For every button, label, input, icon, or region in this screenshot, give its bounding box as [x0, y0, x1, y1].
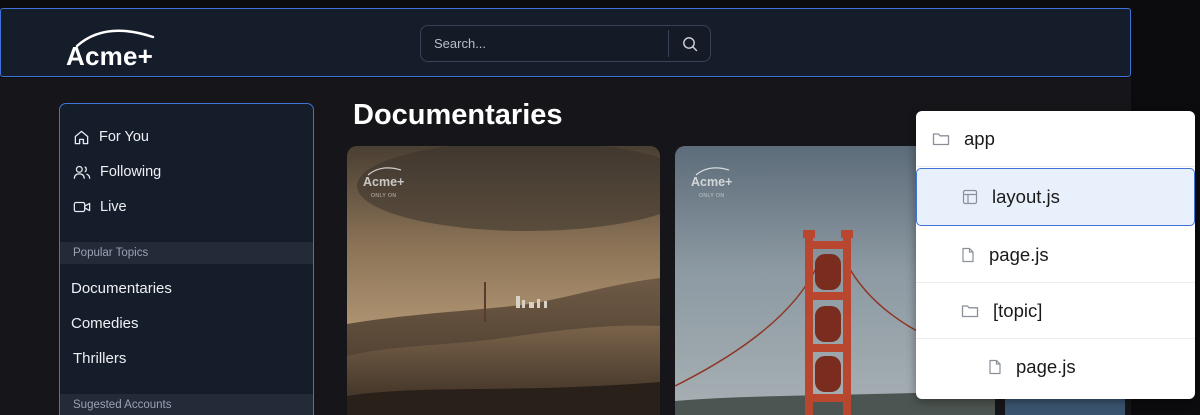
layout-icon — [962, 189, 978, 205]
tree-item-app-folder[interactable]: app — [916, 111, 1195, 167]
tree-item-label: layout.js — [992, 186, 1060, 207]
tree-item-label: page.js — [1016, 356, 1076, 377]
nav-item-live[interactable]: Live — [73, 195, 127, 219]
card-2-logo: Acme+ ONLY ON — [691, 163, 751, 203]
tree-item-topic-page-js[interactable]: page.js — [916, 339, 1195, 395]
home-icon — [74, 130, 89, 144]
video-card-1[interactable]: Acme+ ONLY ON — [347, 146, 660, 415]
suggested-accounts-heading: Sugested Accounts — [60, 394, 313, 415]
topic-documentaries[interactable]: Documentaries — [71, 280, 172, 297]
acme-logo[interactable]: Acme+ — [65, 19, 175, 74]
card-brand-sub: ONLY ON — [699, 193, 725, 199]
search-box[interactable] — [420, 25, 711, 62]
card-brand: Acme+ — [363, 175, 405, 189]
page-title: Documentaries — [353, 99, 563, 131]
nav-item-for-you[interactable]: For You — [73, 125, 149, 149]
nav-label: Live — [100, 199, 127, 215]
folder-icon — [961, 304, 979, 317]
top-header: Acme+ — [0, 8, 1131, 77]
sidebar: For You Following Live Popular Topics Do… — [59, 103, 314, 415]
card-1-logo: Acme+ ONLY ON — [363, 163, 423, 203]
nav-label: Following — [100, 164, 162, 180]
folder-icon — [932, 132, 950, 145]
video-icon — [73, 201, 91, 213]
tree-item-label: app — [964, 127, 995, 149]
popular-topics-heading: Popular Topics — [60, 242, 313, 264]
search-icon — [682, 36, 697, 51]
brand-name: Acme+ — [66, 41, 153, 71]
card-brand-sub: ONLY ON — [371, 193, 397, 199]
tree-item-layout-js[interactable]: layout.js — [916, 168, 1195, 226]
tree-item-label: [topic] — [993, 299, 1043, 321]
search-input[interactable] — [421, 26, 669, 61]
topic-comedies[interactable]: Comedies — [71, 315, 139, 332]
nav-item-following[interactable]: Following — [73, 160, 161, 184]
file-icon — [989, 359, 1001, 375]
tree-item-label: page.js — [989, 243, 1049, 265]
file-icon — [962, 247, 974, 262]
nav-label: For You — [99, 129, 149, 145]
topic-thrillers[interactable]: Thrillers — [73, 350, 126, 367]
tree-item-page-js[interactable]: page.js — [916, 227, 1195, 283]
file-tree-panel: app layout.js page.js [topic] page.js — [916, 111, 1195, 399]
card-brand: Acme+ — [691, 175, 733, 189]
tree-item-topic-folder[interactable]: [topic] — [916, 283, 1195, 339]
search-button[interactable] — [668, 30, 710, 57]
users-icon — [73, 165, 91, 179]
